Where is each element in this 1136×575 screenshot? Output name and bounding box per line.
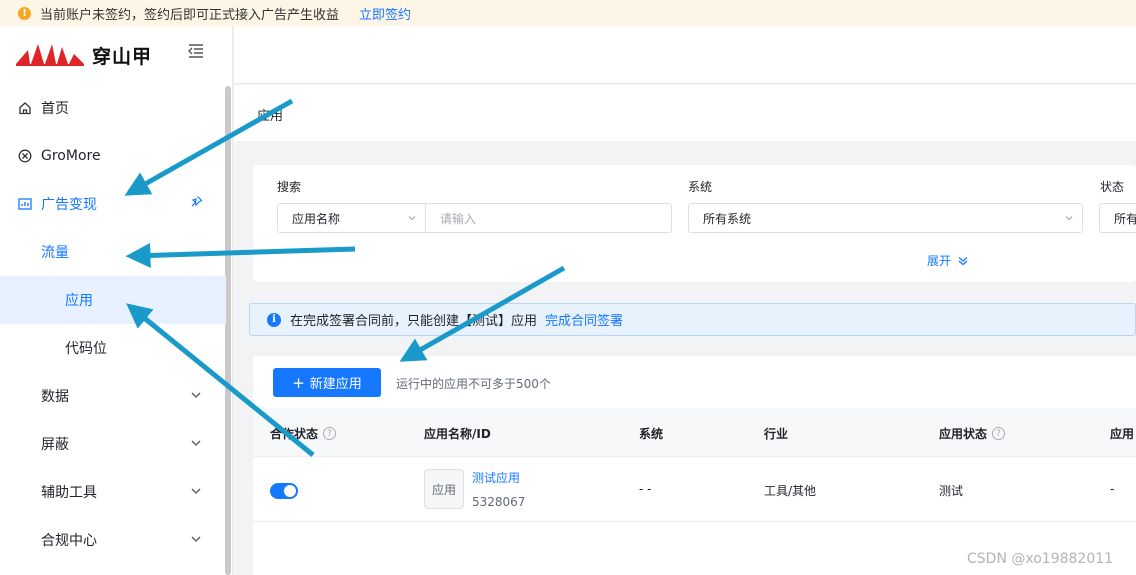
page-header: 应用 bbox=[234, 85, 1136, 141]
pangolin-logo bbox=[16, 44, 84, 66]
app-icon: 应用 bbox=[424, 469, 464, 509]
column-header: 应用 bbox=[1110, 425, 1134, 442]
column-header: 应用名称/ID bbox=[424, 425, 491, 442]
sidebar-item-label: 首页 bbox=[41, 101, 69, 117]
table-row: 应用 测试应用 5328067 - - 工具/其他 测试 - bbox=[253, 457, 1136, 522]
contract-info-bar: i 在完成签署合同前，只能创建【测试】应用 完成合同签署 bbox=[249, 303, 1136, 336]
sidebar-item-label: 应用 bbox=[65, 293, 93, 309]
sidebar: 穿山甲 首页 GroMore 广告变现 流量 应用 代码位 数据 屏蔽 辅助工具… bbox=[0, 26, 233, 575]
sidebar-item-data[interactable]: 数据 bbox=[0, 372, 226, 420]
chevron-down-icon bbox=[191, 440, 201, 446]
sidebar-item-label: 辅助工具 bbox=[41, 485, 97, 501]
expand-label: 展开 bbox=[927, 254, 952, 268]
system-value: 所有系统 bbox=[703, 211, 752, 226]
column-header: 行业 bbox=[764, 425, 788, 442]
search-label: 搜索 bbox=[277, 180, 302, 194]
warning-icon: ! bbox=[18, 6, 31, 20]
status-value: 所有 bbox=[1114, 211, 1136, 226]
app-industry: 工具/其他 bbox=[764, 484, 817, 498]
app-extra: - bbox=[1110, 482, 1115, 496]
column-label: 行业 bbox=[764, 427, 789, 441]
brand-name: 穿山甲 bbox=[92, 45, 153, 68]
help-icon[interactable]: ? bbox=[323, 427, 337, 440]
page-title: 应用 bbox=[257, 109, 284, 124]
column-label: 应用名称/ID bbox=[424, 427, 491, 441]
app-name-link[interactable]: 测试应用 bbox=[472, 469, 520, 486]
system-select[interactable]: 所有系统 bbox=[688, 203, 1083, 233]
sidebar-item-label: 合规中心 bbox=[41, 533, 97, 549]
system-label: 系统 bbox=[688, 180, 713, 194]
column-header: 合作状态 ? bbox=[270, 425, 337, 442]
search-type-value: 应用名称 bbox=[292, 211, 341, 226]
sidebar-item-compliance[interactable]: 合规中心 bbox=[0, 516, 226, 564]
status-label: 状态 bbox=[1100, 180, 1125, 194]
sidebar-item-label: GroMore bbox=[41, 148, 101, 164]
cooperation-toggle[interactable] bbox=[270, 483, 298, 499]
info-icon: i bbox=[267, 312, 281, 327]
search-placeholder: 请输入 bbox=[440, 211, 477, 226]
help-icon[interactable]: ? bbox=[992, 427, 1006, 440]
watermark: CSDN @xo19882011 bbox=[967, 551, 1114, 567]
pin-icon[interactable] bbox=[189, 195, 203, 213]
complete-contract-link[interactable]: 完成合同签署 bbox=[545, 310, 623, 329]
sidebar-item-label: 代码位 bbox=[65, 341, 107, 357]
app-system: - - bbox=[639, 482, 652, 496]
chevron-down-icon bbox=[408, 216, 416, 221]
contract-notice-bar: ! 当前账户未签约，签约后即可正式接入广告产生收益 立即签约 bbox=[0, 0, 1136, 26]
column-label: 系统 bbox=[639, 427, 664, 441]
column-header: 系统 bbox=[639, 425, 663, 442]
gromore-icon bbox=[17, 148, 33, 164]
new-app-label: 新建应用 bbox=[309, 377, 362, 392]
double-chevron-down-icon bbox=[958, 256, 968, 265]
status-select[interactable]: 所有 bbox=[1099, 203, 1136, 233]
sidebar-item-label: 数据 bbox=[41, 389, 69, 405]
column-header: 应用状态 ? bbox=[939, 425, 1006, 442]
home-icon bbox=[17, 100, 33, 116]
column-label: 应用 bbox=[1110, 427, 1135, 441]
sidebar-item-label: 流量 bbox=[41, 245, 69, 261]
sidebar-item-label: 屏蔽 bbox=[41, 437, 69, 453]
new-app-button[interactable]: + 新建应用 bbox=[273, 368, 381, 397]
search-input[interactable]: 请输入 bbox=[425, 203, 672, 233]
expand-filters-button[interactable]: 展开 bbox=[927, 252, 969, 269]
chevron-down-icon bbox=[191, 536, 201, 542]
menu-fold-icon[interactable] bbox=[188, 44, 208, 62]
apps-table-card: + 新建应用 运行中的应用不可多于500个 合作状态 ? 应用名称/ID 系统 … bbox=[253, 356, 1136, 575]
sidebar-item-gromore[interactable]: GroMore bbox=[0, 132, 226, 180]
sidebar-item-home[interactable]: 首页 bbox=[0, 84, 226, 132]
sidebar-item-ad-units[interactable]: 代码位 bbox=[0, 324, 226, 372]
search-type-select[interactable]: 应用名称 bbox=[277, 203, 426, 233]
sidebar-item-label: 广告变现 bbox=[41, 197, 97, 213]
logo[interactable]: 穿山甲 bbox=[16, 40, 152, 70]
plus-icon: + bbox=[292, 373, 305, 392]
chart-icon bbox=[17, 196, 33, 212]
app-limit-hint: 运行中的应用不可多于500个 bbox=[396, 377, 551, 391]
app-status: 测试 bbox=[939, 484, 964, 498]
column-label: 应用状态 bbox=[939, 427, 988, 441]
sidebar-item-apps[interactable]: 应用 bbox=[0, 276, 226, 324]
sidebar-item-monetization[interactable]: 广告变现 bbox=[0, 180, 226, 228]
top-bar bbox=[234, 26, 1136, 84]
filter-panel: 搜索 应用名称 请输入 系统 所有系统 状态 所有 展开 bbox=[253, 165, 1136, 282]
app-id: 5328067 bbox=[472, 495, 526, 509]
info-text: 在完成签署合同前，只能创建【测试】应用 bbox=[290, 314, 538, 329]
sign-now-link[interactable]: 立即签约 bbox=[359, 4, 411, 23]
table-header: 合作状态 ? 应用名称/ID 系统 行业 应用状态 ? 应用 bbox=[253, 408, 1136, 457]
chevron-down-icon bbox=[1065, 216, 1073, 221]
sidebar-item-tools[interactable]: 辅助工具 bbox=[0, 468, 226, 516]
sidebar-item-traffic[interactable]: 流量 bbox=[0, 228, 226, 276]
chevron-down-icon bbox=[191, 488, 201, 494]
column-label: 合作状态 bbox=[270, 427, 319, 441]
notice-text: 当前账户未签约，签约后即可正式接入广告产生收益 bbox=[40, 7, 340, 23]
sidebar-item-block[interactable]: 屏蔽 bbox=[0, 420, 226, 468]
chevron-down-icon bbox=[191, 392, 201, 398]
